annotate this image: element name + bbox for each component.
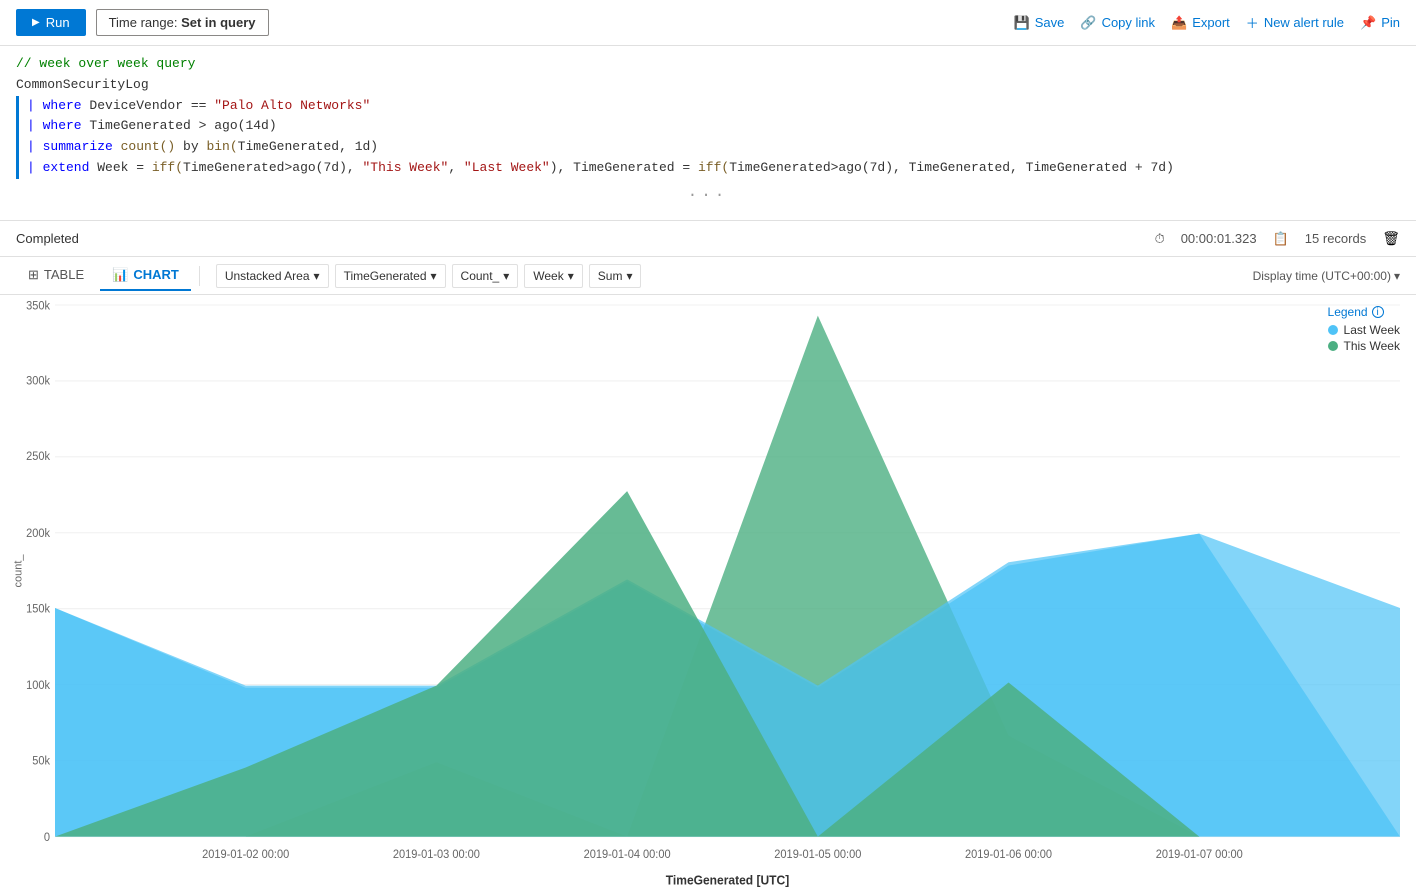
y-axis-label: Count_ bbox=[461, 269, 500, 283]
export-icon: 📤 bbox=[1171, 15, 1187, 31]
chart-options: Unstacked Area ▾ TimeGenerated ▾ Count_ … bbox=[216, 264, 642, 288]
results-bar: Completed ⏱ 00:00:01.323 📋 15 records 🗑 bbox=[0, 221, 1416, 257]
chevron-down-icon-2: ▾ bbox=[431, 269, 437, 283]
pin-action[interactable]: 📌 Pin bbox=[1360, 15, 1400, 31]
toolbar-right: 💾 Save 🔗 Copy link 📤 Export ＋ New alert … bbox=[1014, 13, 1400, 32]
code-line-1: // week over week query bbox=[0, 54, 1416, 75]
code-line-4: | where TimeGenerated > ago( 14d) bbox=[0, 116, 1416, 137]
code-bar-3 bbox=[16, 137, 19, 158]
code-line-6: | extend Week = iff( TimeGenerated>ago(7… bbox=[0, 158, 1416, 179]
run-label: Run bbox=[46, 15, 70, 30]
x-axis-dropdown[interactable]: TimeGenerated ▾ bbox=[335, 264, 446, 288]
tab-table[interactable]: ⊞ TABLE bbox=[16, 261, 96, 291]
new-alert-action[interactable]: ＋ New alert rule bbox=[1246, 13, 1344, 32]
save-icon: 💾 bbox=[1014, 15, 1030, 31]
chart-type-label: Unstacked Area bbox=[225, 269, 310, 283]
duration-icon: ⏱ bbox=[1155, 231, 1165, 247]
chart-inner: count_ 350k 300k 250k 200k 150k 100k bbox=[0, 295, 1416, 892]
link-icon: 🔗 bbox=[1080, 15, 1096, 31]
chevron-down-icon-3: ▾ bbox=[503, 269, 509, 283]
svg-text:2019-01-02 00:00: 2019-01-02 00:00 bbox=[202, 849, 289, 861]
export-action[interactable]: 📤 Export bbox=[1171, 15, 1230, 31]
svg-text:TimeGenerated [UTC]: TimeGenerated [UTC] bbox=[666, 874, 789, 888]
code-editor[interactable]: // week over week query CommonSecurityLo… bbox=[0, 46, 1416, 221]
code-line-5: | summarize count() by bin( TimeGenerate… bbox=[0, 137, 1416, 158]
records-count: 15 records bbox=[1305, 231, 1366, 246]
chart-legend: Legend i Last Week This Week bbox=[1328, 305, 1400, 355]
legend-item-last-week: Last Week bbox=[1328, 323, 1400, 337]
svg-text:2019-01-05 00:00: 2019-01-05 00:00 bbox=[774, 849, 861, 861]
code-line-3: | where DeviceVendor == "Palo Alto Netwo… bbox=[0, 96, 1416, 117]
plus-icon: ＋ bbox=[1246, 13, 1259, 32]
code-table: CommonSecurityLog bbox=[16, 75, 149, 96]
tab-chart[interactable]: 📊 CHART bbox=[100, 261, 191, 291]
chart-type-dropdown[interactable]: Unstacked Area ▾ bbox=[216, 264, 329, 288]
svg-text:2019-01-07 00:00: 2019-01-07 00:00 bbox=[1156, 849, 1243, 861]
legend-label-this-week: This Week bbox=[1344, 339, 1400, 353]
export-label: Export bbox=[1192, 15, 1230, 30]
resize-dots: ··· bbox=[0, 179, 1416, 213]
y-axis: count_ bbox=[0, 305, 50, 837]
view-tabs: ⊞ TABLE 📊 CHART Unstacked Area ▾ TimeGen… bbox=[0, 257, 1416, 295]
chart-wrapper: count_ 350k 300k 250k 200k 150k 100k bbox=[0, 295, 1416, 892]
new-alert-label: New alert rule bbox=[1264, 15, 1344, 30]
svg-text:2019-01-06 00:00: 2019-01-06 00:00 bbox=[965, 849, 1052, 861]
table-tab-label: TABLE bbox=[44, 267, 84, 282]
main-content: // week over week query CommonSecurityLo… bbox=[0, 46, 1416, 892]
chart-svg: 350k 300k 250k 200k 150k 100k 50k 0 bbox=[55, 305, 1400, 837]
toolbar: ▶ Run Time range: Set in query 💾 Save 🔗 … bbox=[0, 0, 1416, 46]
results-status: Completed bbox=[16, 231, 79, 246]
split-by-label: Week bbox=[533, 269, 563, 283]
toolbar-left: ▶ Run Time range: Set in query bbox=[16, 9, 269, 36]
code-comment: // week over week query bbox=[16, 54, 195, 75]
code-bar-2 bbox=[16, 116, 19, 137]
split-by-dropdown[interactable]: Week ▾ bbox=[524, 264, 583, 288]
chevron-down-icon: ▾ bbox=[314, 269, 320, 283]
svg-text:2019-01-03 00:00: 2019-01-03 00:00 bbox=[393, 849, 480, 861]
pin-label: Pin bbox=[1381, 15, 1400, 30]
save-label: Save bbox=[1035, 15, 1065, 30]
svg-text:2019-01-04 00:00: 2019-01-04 00:00 bbox=[584, 849, 671, 861]
display-time[interactable]: Display time (UTC+00:00) ▾ bbox=[1253, 269, 1400, 283]
code-bar bbox=[16, 96, 19, 117]
chart-icon: 📊 bbox=[112, 267, 128, 283]
display-time-label: Display time (UTC+00:00) bbox=[1253, 269, 1391, 283]
aggregation-label: Sum bbox=[598, 269, 623, 283]
legend-label-last-week: Last Week bbox=[1344, 323, 1400, 337]
y-axis-dropdown[interactable]: Count_ ▾ bbox=[452, 264, 519, 288]
aggregation-dropdown[interactable]: Sum ▾ bbox=[589, 264, 642, 288]
chart-tab-label: CHART bbox=[133, 267, 179, 282]
pin-icon: 📌 bbox=[1360, 15, 1376, 31]
records-icon: 📋 bbox=[1273, 231, 1289, 247]
legend-info-icon: i bbox=[1372, 306, 1384, 318]
legend-dot-last-week bbox=[1328, 325, 1338, 335]
legend-dot-this-week bbox=[1328, 341, 1338, 351]
run-button[interactable]: ▶ Run bbox=[16, 9, 86, 36]
time-range-value: Set in query bbox=[181, 15, 255, 30]
code-bar-4 bbox=[16, 158, 19, 179]
time-range-prefix: Time range: bbox=[109, 15, 178, 30]
chevron-down-icon-6: ▾ bbox=[1394, 269, 1400, 283]
chevron-down-icon-5: ▾ bbox=[626, 269, 632, 283]
legend-item-this-week: This Week bbox=[1328, 339, 1400, 353]
code-line-2: CommonSecurityLog bbox=[0, 75, 1416, 96]
results-meta: ⏱ 00:00:01.323 📋 15 records 🗑 bbox=[1155, 230, 1400, 247]
copy-link-action[interactable]: 🔗 Copy link bbox=[1080, 15, 1155, 31]
save-action[interactable]: 💾 Save bbox=[1014, 15, 1065, 31]
duration-value: 00:00:01.323 bbox=[1181, 231, 1257, 246]
status-text: Completed bbox=[16, 231, 79, 246]
y-axis-label: count_ bbox=[13, 555, 25, 588]
play-icon: ▶ bbox=[32, 17, 40, 28]
copy-link-label: Copy link bbox=[1102, 15, 1155, 30]
x-axis-label: TimeGenerated bbox=[344, 269, 427, 283]
table-icon: ⊞ bbox=[28, 267, 39, 283]
time-range-button[interactable]: Time range: Set in query bbox=[96, 9, 269, 36]
delete-results-button[interactable]: 🗑 bbox=[1382, 230, 1400, 247]
tab-separator bbox=[199, 266, 200, 286]
chevron-down-icon-4: ▾ bbox=[568, 269, 574, 283]
legend-title: Legend i bbox=[1328, 305, 1400, 319]
